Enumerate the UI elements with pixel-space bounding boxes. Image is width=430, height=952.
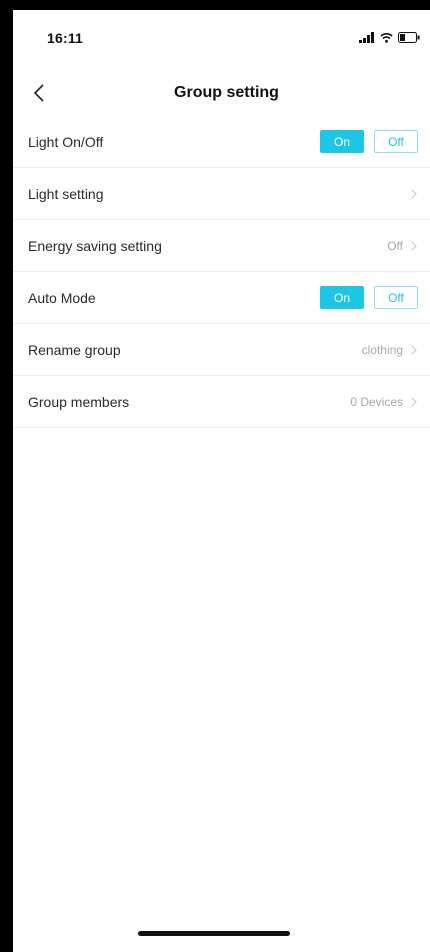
auto-mode-toggle: On Off: [320, 286, 418, 309]
status-time: 16:11: [47, 30, 84, 46]
group-members-label: Group members: [28, 393, 130, 410]
chevron-right-icon: [411, 345, 417, 354]
phone-frame: 16:11 Group setting Light On/Off On Off …: [0, 0, 430, 952]
auto-mode-off-button[interactable]: Off: [374, 286, 418, 309]
rename-group-value: clothing: [361, 342, 403, 357]
energy-saving-label: Energy saving setting: [28, 237, 162, 254]
status-icons: [359, 30, 420, 48]
chevron-right-icon: [411, 241, 417, 250]
nav-bar: Group setting: [13, 68, 430, 118]
light-off-button[interactable]: Off: [374, 130, 418, 153]
auto-mode-on-button[interactable]: On: [320, 286, 364, 309]
rename-group-label: Rename group: [28, 341, 121, 358]
status-bar: 16:11: [13, 10, 430, 60]
light-setting-row[interactable]: Light setting: [13, 168, 430, 220]
app-screen: 16:11 Group setting Light On/Off On Off …: [13, 10, 430, 952]
group-members-row[interactable]: Group members 0 Devices: [13, 376, 430, 428]
group-members-value: 0 Devices: [350, 394, 403, 409]
chevron-right-icon: [411, 397, 417, 406]
signal-icon: [359, 30, 375, 48]
home-indicator[interactable]: [138, 931, 290, 936]
light-setting-label: Light setting: [28, 185, 104, 202]
wifi-icon: [380, 30, 393, 48]
light-onoff-row: Light On/Off On Off: [13, 116, 430, 168]
rename-group-row[interactable]: Rename group clothing: [13, 324, 430, 376]
battery-icon: [398, 30, 420, 48]
chevron-right-icon: [411, 189, 417, 198]
energy-saving-value: Off: [387, 238, 403, 253]
page-title: Group setting: [174, 84, 279, 101]
energy-saving-row[interactable]: Energy saving setting Off: [13, 220, 430, 272]
light-onoff-toggle: On Off: [320, 130, 418, 153]
auto-mode-row: Auto Mode On Off: [13, 272, 430, 324]
light-on-button[interactable]: On: [320, 130, 364, 153]
settings-list: Light On/Off On Off Light setting Energy…: [13, 116, 430, 428]
light-onoff-label: Light On/Off: [28, 133, 104, 150]
auto-mode-label: Auto Mode: [28, 289, 96, 306]
